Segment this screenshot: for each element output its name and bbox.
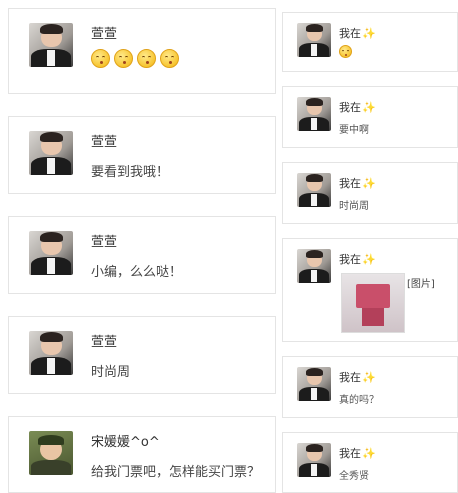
sparkle-icon: ✨: [362, 371, 376, 384]
kiss-emoji-icon: [137, 49, 156, 68]
avatar[interactable]: [29, 131, 73, 175]
comment-card: 宋媛媛^o^ 给我门票吧，怎样能买门票？: [8, 416, 276, 493]
image-label[interactable]: [图片]: [407, 275, 435, 290]
reply-text: 真的吗？: [339, 395, 379, 406]
replier-name[interactable]: 我在✨: [339, 175, 376, 191]
avatar[interactable]: [29, 23, 73, 67]
avatar[interactable]: [297, 249, 331, 283]
kiss-emoji-icon: [114, 49, 133, 68]
comment-text: 要看到我哦！: [91, 165, 170, 180]
reply-card: 我在✨ [图片]: [282, 238, 458, 342]
image-thumbnail[interactable]: [341, 273, 405, 333]
reply-card: 我在✨ 真的吗？: [282, 356, 458, 418]
reply-card: 我在✨: [282, 12, 458, 72]
replier-name[interactable]: 我在✨: [339, 445, 376, 461]
commenter-name[interactable]: 萱萱: [91, 23, 117, 42]
commenter-name[interactable]: 宋媛媛^o^: [91, 431, 160, 450]
sparkle-icon: ✨: [362, 447, 376, 460]
commenter-name[interactable]: 萱萱: [91, 231, 117, 250]
comment-card: 萱萱: [8, 8, 276, 94]
sparkle-icon: ✨: [362, 27, 376, 40]
reply-text: 要中啊: [339, 125, 369, 136]
avatar[interactable]: [297, 443, 331, 477]
sparkle-icon: ✨: [362, 177, 376, 190]
emoji-row: [91, 49, 179, 68]
sparkle-icon: ✨: [362, 253, 376, 266]
avatar[interactable]: [297, 367, 331, 401]
kiss-emoji-icon: [160, 49, 179, 68]
reply-text: 全秀贤: [339, 471, 369, 482]
avatar[interactable]: [29, 431, 73, 475]
reply-card: 我在✨ 全秀贤: [282, 432, 458, 493]
replier-name[interactable]: 我在✨: [339, 369, 376, 385]
sleepy-emoji-icon: [339, 45, 352, 58]
replier-name[interactable]: 我在✨: [339, 251, 376, 267]
avatar[interactable]: [297, 173, 331, 207]
commenter-name[interactable]: 萱萱: [91, 331, 117, 350]
comment-card: 萱萱 小编，么么哒！: [8, 216, 276, 294]
kiss-emoji-icon: [91, 49, 110, 68]
sparkle-icon: ✨: [362, 101, 376, 114]
commenter-name[interactable]: 萱萱: [91, 131, 117, 150]
comment-card: 萱萱 要看到我哦！: [8, 116, 276, 194]
reply-card: 我在✨ 时尚周: [282, 162, 458, 224]
comment-text: 给我门票吧，怎样能买门票？: [91, 465, 261, 480]
replier-name[interactable]: 我在✨: [339, 99, 376, 115]
avatar[interactable]: [297, 97, 331, 131]
reply-text: 时尚周: [339, 201, 369, 212]
reply-card: 我在✨ 要中啊: [282, 86, 458, 148]
avatar[interactable]: [29, 331, 73, 375]
comment-text: 小编，么么哒！: [91, 265, 183, 280]
avatar[interactable]: [297, 23, 331, 57]
replier-name[interactable]: 我在✨: [339, 25, 376, 41]
comment-card: 萱萱 时尚周: [8, 316, 276, 394]
comment-text: 时尚周: [91, 365, 131, 380]
avatar[interactable]: [29, 231, 73, 275]
